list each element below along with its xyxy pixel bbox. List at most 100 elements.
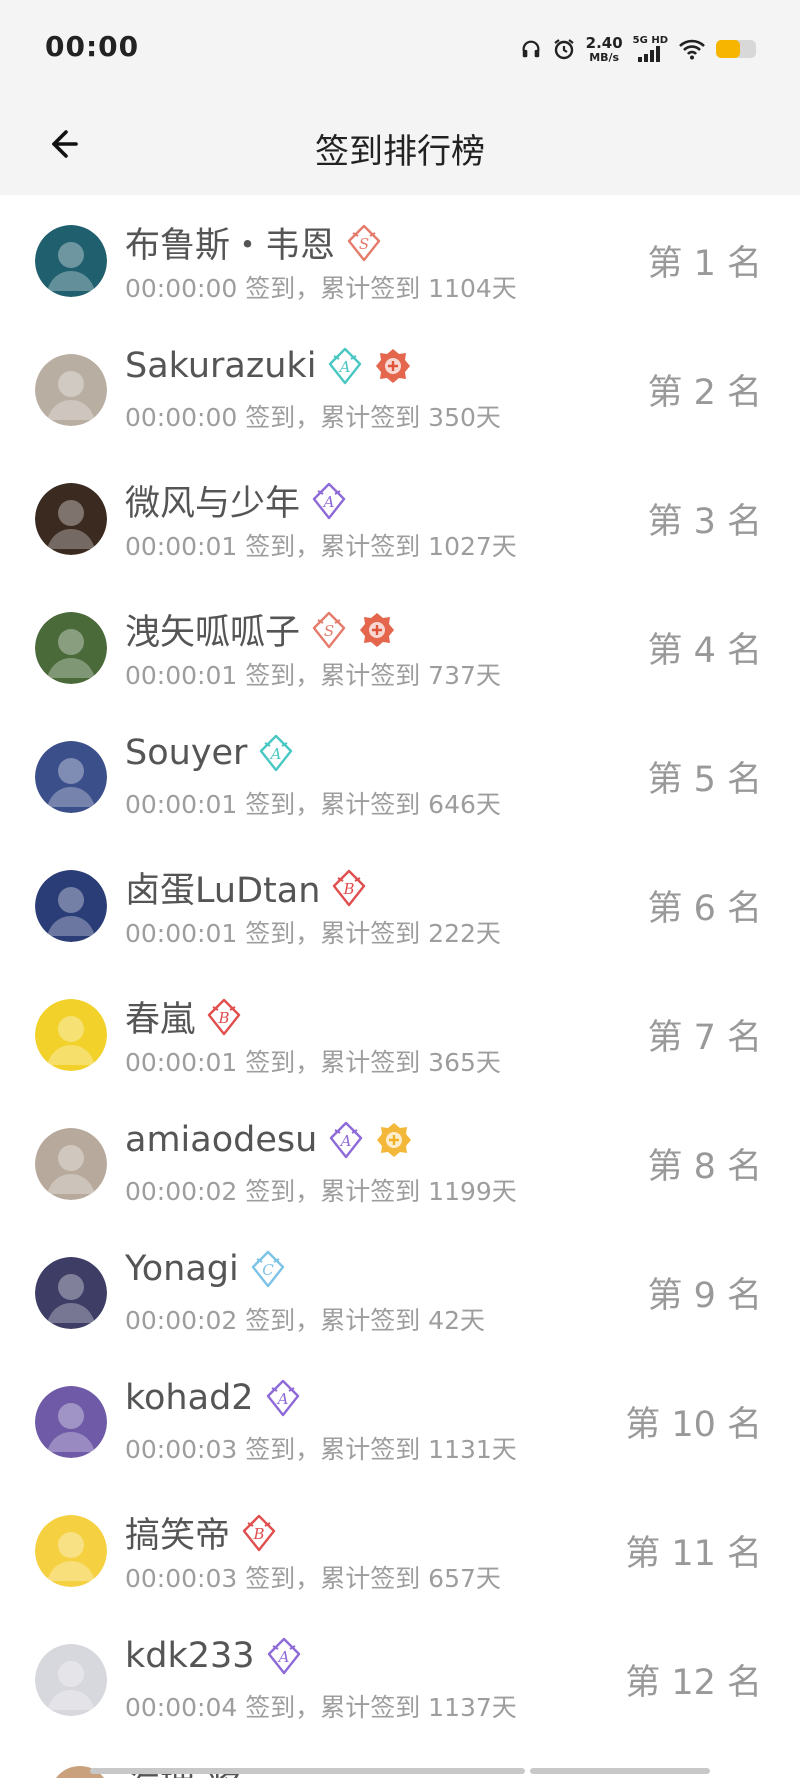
rank-label: 第 5 名 — [647, 760, 762, 800]
rank-label: 第 8 名 — [647, 1147, 762, 1187]
avatar[interactable] — [35, 999, 107, 1071]
checkin-info: 00:00:01 签到，累计签到 1027天 — [125, 532, 517, 561]
user-name[interactable]: kdk233 — [125, 1636, 255, 1676]
checkin-info: 00:00:01 签到，累计签到 646天 — [125, 790, 501, 819]
avatar[interactable] — [35, 1386, 107, 1458]
list-item[interactable]: 卤蛋LuDtan B 00:00:01 签到，累计签到 222天 第 6 名 — [0, 840, 800, 969]
user-name[interactable]: 卤蛋LuDtan — [125, 862, 320, 913]
rank-label: 第 7 名 — [647, 1018, 762, 1058]
user-name-line: 卤蛋LuDtan B — [125, 862, 368, 913]
rank-label: 第 12 名 — [625, 1663, 762, 1703]
wifi-icon — [678, 38, 706, 60]
status-icons: 2.40 MB/s 5G HD — [520, 34, 756, 64]
checkin-info: 00:00:02 签到，累计签到 1199天 — [125, 1177, 517, 1206]
rank-label: 第 1 名 — [647, 244, 762, 284]
rank-label: 第 4 名 — [647, 631, 762, 671]
checkin-info: 00:00:01 签到，累计签到 222天 — [125, 919, 501, 948]
user-name-line: Souyer A — [125, 733, 295, 773]
checkin-info: 00:00:03 签到，累计签到 657天 — [125, 1564, 501, 1593]
user-name-line: kdk233 A — [125, 1636, 303, 1676]
user-name[interactable]: Souyer — [125, 733, 247, 773]
level-badge-icon: A — [257, 734, 295, 772]
level-badge-icon: A — [310, 482, 348, 520]
svg-text:S: S — [359, 235, 369, 253]
list-item[interactable]: 洩矢呱呱子 S 00:00:01 签到，累计签到 737天 第 4 名 — [0, 582, 800, 711]
avatar[interactable] — [35, 354, 107, 426]
avatar[interactable] — [35, 225, 107, 297]
battery-icon — [716, 40, 756, 58]
page-title: 签到排行榜 — [315, 132, 485, 172]
medal-badge-icon — [374, 347, 412, 385]
user-name[interactable]: Yonagi — [125, 1249, 239, 1289]
alarm-icon — [552, 37, 576, 61]
user-name-line: 布鲁斯・韦恩 S — [125, 217, 383, 268]
app-bar: 签到排行榜 — [0, 98, 800, 195]
list-item[interactable]: Yonagi C 00:00:02 签到，累计签到 42天 第 9 名 — [0, 1227, 800, 1356]
battery-fill — [716, 40, 740, 58]
user-name[interactable]: amiaodesu — [125, 1120, 317, 1160]
list-item-partial[interactable]: 海瑞·浆 — [0, 1754, 800, 1778]
user-name-line: 微风与少年 A — [125, 475, 348, 526]
list-item[interactable]: 春嵐 B 00:00:01 签到，累计签到 365天 第 7 名 — [0, 969, 800, 1098]
list-item[interactable]: 微风与少年 A 00:00:01 签到，累计签到 1027天 第 3 名 — [0, 453, 800, 582]
svg-text:A: A — [276, 1648, 289, 1666]
checkin-info: 00:00:01 签到，累计签到 737天 — [125, 661, 501, 690]
list-item[interactable]: 布鲁斯・韦恩 S 00:00:00 签到，累计签到 1104天 第 1 名 — [0, 195, 800, 324]
svg-text:A: A — [322, 493, 335, 511]
level-badge-icon: C — [249, 1250, 287, 1288]
signal-icon: 5G HD — [633, 36, 668, 62]
list-item[interactable]: kdk233 A 00:00:04 签到，累计签到 1137天 第 12 名 — [0, 1614, 800, 1743]
user-name-line: 春嵐 B — [125, 991, 243, 1042]
user-name[interactable]: 洩矢呱呱子 — [125, 604, 300, 655]
checkin-info: 00:00:02 签到，累计签到 42天 — [125, 1306, 485, 1335]
level-badge-icon: B — [205, 998, 243, 1036]
svg-text:C: C — [262, 1261, 274, 1279]
net-speed: 2.40 MB/s — [586, 35, 623, 64]
rank-label: 第 9 名 — [647, 1276, 762, 1316]
list-item[interactable]: Sakurazuki A 00:00:00 签到，累计签到 350天 第 2 名 — [0, 324, 800, 453]
user-name-line: kohad2 A — [125, 1378, 302, 1418]
list-item[interactable]: kohad2 A 00:00:03 签到，累计签到 1131天 第 10 名 — [0, 1356, 800, 1485]
svg-text:A: A — [339, 1132, 352, 1150]
checkin-info: 00:00:04 签到，累计签到 1137天 — [125, 1693, 517, 1722]
net-speed-unit: MB/s — [589, 50, 620, 64]
avatar[interactable] — [35, 1515, 107, 1587]
list-item[interactable]: Souyer A 00:00:01 签到，累计签到 646天 第 5 名 — [0, 711, 800, 840]
user-name-line: 洩矢呱呱子 S — [125, 604, 396, 655]
rank-label: 第 3 名 — [647, 502, 762, 542]
user-name-line: Sakurazuki A — [125, 346, 412, 386]
avatar[interactable] — [35, 1257, 107, 1329]
checkin-info: 00:00:01 签到，累计签到 365天 — [125, 1048, 501, 1077]
list-item[interactable]: amiaodesu A 00:00:02 签到，累计签到 1199天 第 8 名 — [0, 1098, 800, 1227]
status-time: 00:00 — [45, 30, 140, 63]
avatar[interactable] — [35, 1644, 107, 1716]
avatar[interactable] — [35, 483, 107, 555]
level-badge-icon: A — [265, 1637, 303, 1675]
user-name[interactable]: kohad2 — [125, 1378, 254, 1418]
user-name[interactable]: Sakurazuki — [125, 346, 316, 386]
scroll-indicator — [530, 1768, 710, 1774]
user-name[interactable]: 春嵐 — [125, 991, 195, 1042]
user-name[interactable]: 微风与少年 — [125, 475, 300, 526]
svg-text:B: B — [218, 1009, 230, 1027]
level-badge-icon: A — [326, 347, 364, 385]
user-name[interactable]: 布鲁斯・韦恩 — [125, 217, 335, 268]
avatar[interactable] — [35, 741, 107, 813]
svg-text:B: B — [253, 1525, 265, 1543]
avatar[interactable] — [35, 612, 107, 684]
svg-text:B: B — [343, 880, 355, 898]
signal-label: 5G HD — [632, 35, 668, 46]
checkin-info: 00:00:00 签到，累计签到 350天 — [125, 403, 501, 432]
level-badge-icon: S — [345, 224, 383, 262]
scroll-indicator — [90, 1768, 525, 1774]
medal-badge-icon — [358, 611, 396, 649]
rank-label: 第 11 名 — [625, 1534, 762, 1574]
avatar[interactable] — [35, 870, 107, 942]
status-bar: 00:00 2.40 MB/s 5G HD — [0, 0, 800, 98]
level-badge-icon: B — [240, 1514, 278, 1552]
user-name-line: 搞笑帝 B — [125, 1507, 278, 1558]
user-name[interactable]: 搞笑帝 — [125, 1507, 230, 1558]
avatar[interactable] — [35, 1128, 107, 1200]
list-item[interactable]: 搞笑帝 B 00:00:03 签到，累计签到 657天 第 11 名 — [0, 1485, 800, 1614]
rank-label: 第 10 名 — [625, 1405, 762, 1445]
